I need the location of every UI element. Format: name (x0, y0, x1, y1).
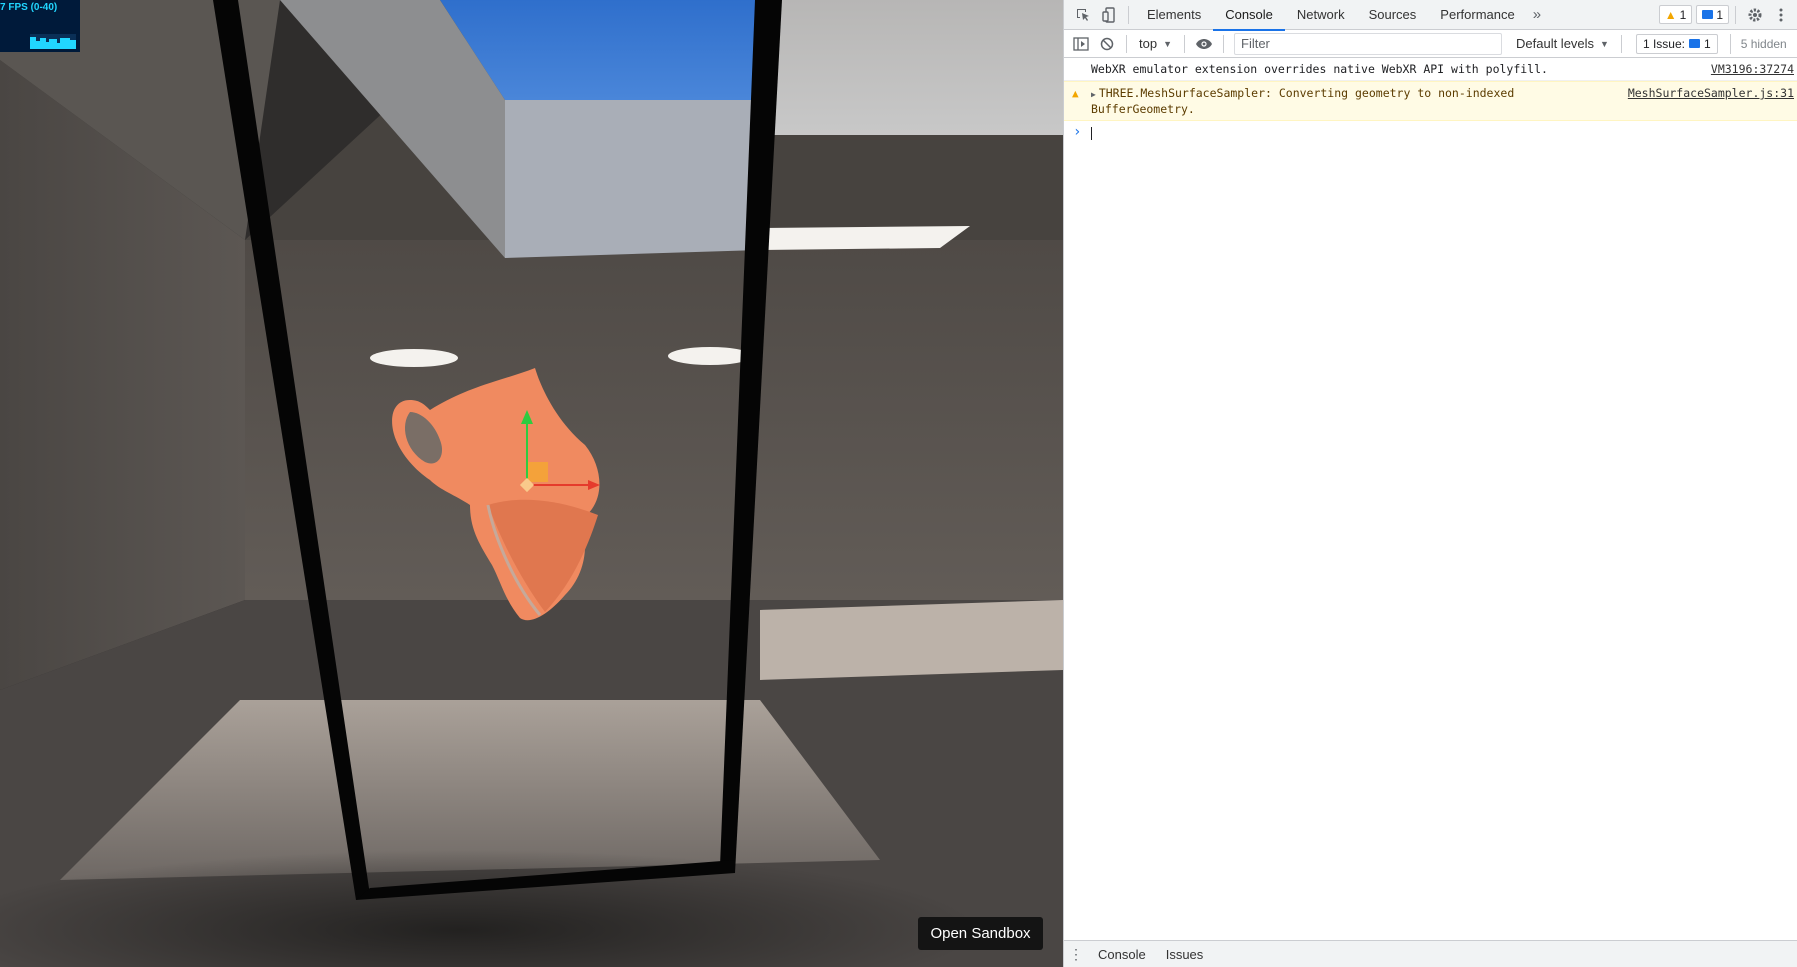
console-warning: ▲ ▶ THREE.MeshSurfaceSampler: Converting … (1064, 81, 1797, 121)
eye-icon[interactable] (1191, 29, 1217, 59)
drawer-menu-icon[interactable]: ⋮ (1064, 946, 1088, 963)
console-prompt[interactable]: › (1064, 121, 1797, 143)
log-levels-value: Default levels (1516, 36, 1595, 51)
fps-graph (30, 34, 76, 49)
open-sandbox-button[interactable]: Open Sandbox (918, 917, 1043, 950)
chevron-down-icon: ▼ (1600, 38, 1609, 49)
expand-triangle-icon[interactable]: ▶ (1091, 90, 1096, 99)
issues-count: 1 (1704, 36, 1711, 51)
toolbar-divider (1126, 34, 1127, 53)
text-cursor (1091, 127, 1092, 140)
message-source-link[interactable]: VM3196:37274 (1711, 62, 1794, 76)
sidebar-toggle-icon[interactable] (1068, 29, 1094, 59)
tab-sources[interactable]: Sources (1357, 0, 1429, 30)
hidden-messages-count: 5 hidden (1729, 33, 1787, 54)
message-count: 1 (1716, 7, 1723, 22)
filter-input[interactable] (1234, 32, 1502, 55)
context-value: top (1139, 36, 1158, 51)
warning-count: 1 (1679, 7, 1687, 22)
devtools-panel: Elements Console Network Sources Perform… (1063, 0, 1797, 967)
console-output[interactable]: WebXR emulator extension overrides nativ… (1064, 58, 1797, 940)
drawer-tab-console[interactable]: Console (1088, 947, 1156, 962)
message-source-link[interactable]: MeshSurfaceSampler.js:31 (1628, 86, 1794, 100)
issues-button[interactable]: 1 Issue: 1 (1635, 33, 1718, 54)
drawer-tab-issues[interactable]: Issues (1156, 947, 1214, 962)
toolbar-divider (1128, 5, 1129, 24)
toolbar-divider (1735, 5, 1736, 24)
tab-performance[interactable]: Performance (1428, 0, 1526, 30)
log-levels-dropdown[interactable]: Default levels ▼ (1510, 36, 1615, 51)
warning-text: THREE.MeshSurfaceSampler: Converting geo… (1091, 86, 1515, 116)
toolbar-divider (1184, 34, 1185, 53)
warning-icon: ▲ (1664, 7, 1677, 22)
webxr-viewport[interactable]: 7 FPS (0-40) Open Sandbox (0, 0, 1063, 967)
tab-console[interactable]: Console (1213, 0, 1285, 31)
tab-elements[interactable]: Elements (1135, 0, 1213, 30)
fps-label: 7 FPS (0-40) (0, 2, 58, 13)
message-counter[interactable]: 1 (1696, 5, 1729, 24)
tab-network[interactable]: Network (1285, 0, 1357, 30)
toolbar-divider (1620, 34, 1622, 53)
message-icon (1702, 10, 1714, 19)
console-toolbar: top ▼ Default levels ▼ 1 Issue: 1 5 hidd… (1064, 30, 1797, 58)
issues-label: 1 Issue: (1642, 36, 1685, 51)
context-selector[interactable]: top ▼ (1133, 36, 1178, 51)
message-text: WebXR emulator extension overrides nativ… (1091, 62, 1548, 76)
devtools-drawer: ⋮ Console Issues (1064, 940, 1797, 967)
prompt-chevron-icon: › (1073, 124, 1082, 140)
warning-icon: ▲ (1072, 87, 1079, 100)
devtools-tabbar: Elements Console Network Sources Perform… (1064, 0, 1797, 31)
device-toolbar-icon[interactable] (1096, 0, 1122, 30)
fps-stats-panel[interactable]: 7 FPS (0-40) (0, 0, 80, 52)
message-icon (1689, 39, 1700, 48)
warning-counter[interactable]: ▲ 1 (1658, 5, 1693, 24)
kebab-menu-icon[interactable] (1768, 0, 1794, 30)
chevron-down-icon: ▼ (1163, 38, 1172, 49)
inspect-element-icon[interactable] (1070, 0, 1096, 30)
clear-console-icon[interactable] (1094, 29, 1120, 59)
scene-render (0, 0, 1063, 967)
more-tabs-icon[interactable]: » (1527, 6, 1547, 23)
settings-gear-icon[interactable] (1742, 0, 1768, 30)
console-message: WebXR emulator extension overrides nativ… (1064, 58, 1797, 81)
toolbar-divider (1223, 34, 1224, 53)
